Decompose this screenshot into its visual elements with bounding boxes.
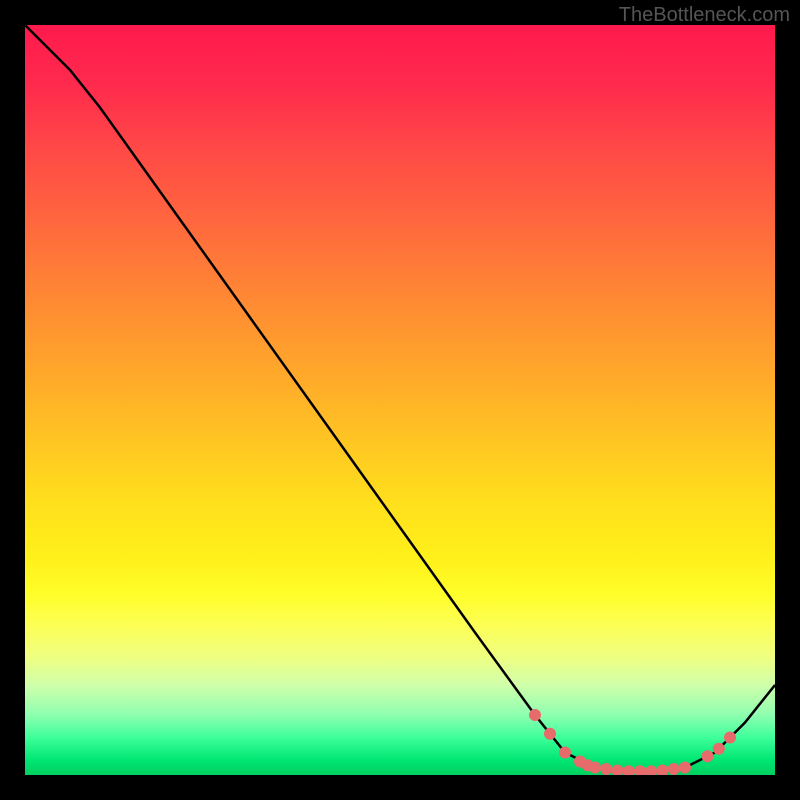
data-marker [544, 728, 556, 740]
data-marker [645, 765, 657, 775]
data-marker [668, 763, 680, 775]
data-marker [713, 743, 725, 755]
data-marker [600, 763, 612, 775]
data-marker [679, 762, 691, 774]
chart-svg [25, 25, 775, 775]
data-marker [559, 747, 571, 759]
data-marker [634, 765, 646, 775]
data-marker [623, 765, 635, 775]
data-marker [702, 750, 714, 762]
curve-line [25, 25, 775, 771]
data-marker [529, 709, 541, 721]
watermark-text: TheBottleneck.com [619, 4, 790, 27]
data-marker [657, 765, 669, 776]
marker-group [529, 709, 736, 775]
data-marker [589, 762, 601, 774]
data-marker [724, 732, 736, 744]
chart-plot-area [25, 25, 775, 775]
data-marker [612, 765, 624, 776]
